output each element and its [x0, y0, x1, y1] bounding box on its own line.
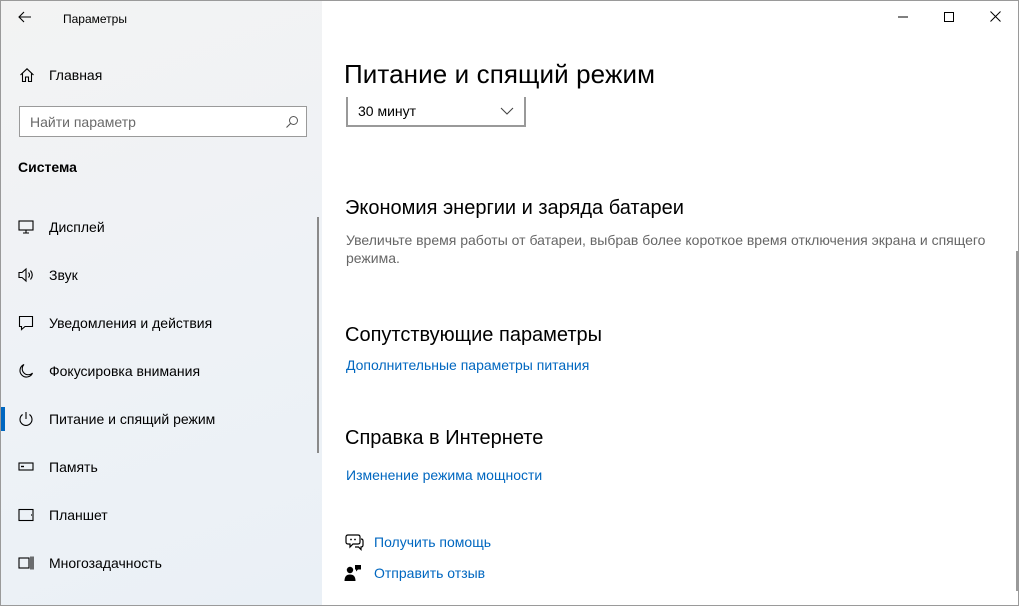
sidebar-item-label: Уведомления и действия — [49, 315, 213, 331]
section-title: Система — [18, 159, 77, 175]
sidebar-item-label: Многозадачность — [49, 555, 162, 571]
speaker-icon — [1, 267, 49, 283]
search-input[interactable] — [20, 107, 278, 136]
sidebar-item-notifications[interactable]: Уведомления и действия — [1, 299, 319, 347]
sidebar-item-label: Память — [49, 459, 98, 475]
sidebar-item-display[interactable]: Дисплей — [1, 203, 319, 251]
sidebar-item-multitasking[interactable]: Многозадачность — [1, 539, 319, 587]
chevron-down-icon — [500, 102, 514, 120]
get-help-label: Получить помощь — [374, 534, 492, 550]
related-settings-heading: Сопутствующие параметры — [345, 324, 603, 346]
send-feedback-label: Отправить отзыв — [374, 565, 486, 581]
change-power-mode-link[interactable]: Изменение режима мощности — [346, 467, 542, 483]
feedback-person-icon — [342, 564, 374, 582]
sidebar-item-focus[interactable]: Фокусировка внимания — [1, 347, 319, 395]
send-feedback-link[interactable]: Отправить отзыв — [342, 564, 485, 582]
sidebar-item-label: Звук — [49, 267, 78, 283]
sidebar-item-power[interactable]: Питание и спящий режим — [1, 395, 319, 443]
monitor-icon — [1, 220, 49, 234]
additional-power-settings-link[interactable]: Дополнительные параметры питания — [346, 357, 589, 373]
sidebar-scrollbar[interactable] — [317, 217, 319, 453]
main-content: Питание и спящий режим 30 минут Экономия… — [322, 1, 1018, 605]
get-help-link[interactable]: Получить помощь — [342, 533, 491, 551]
power-icon — [1, 411, 49, 427]
sidebar-item-tablet[interactable]: Планшет — [1, 491, 319, 539]
search-box[interactable] — [19, 106, 307, 137]
back-button[interactable] — [1, 1, 49, 37]
sidebar-item-label: Питание и спящий режим — [49, 411, 216, 427]
sidebar-item-label: Дисплей — [49, 219, 105, 235]
sleep-timeout-dropdown[interactable]: 30 минут — [346, 97, 526, 127]
back-arrow-icon — [18, 10, 32, 28]
settings-window: Параметры Главная Система Дисплей — [0, 0, 1019, 606]
sidebar-item-storage[interactable]: Память — [1, 443, 319, 491]
multitasking-icon — [1, 555, 49, 571]
home-label: Главная — [49, 67, 103, 83]
storage-icon — [1, 461, 49, 473]
home-icon — [1, 67, 49, 83]
sidebar: Параметры Главная Система Дисплей — [1, 1, 322, 605]
sidebar-item-label: Планшет — [49, 507, 108, 523]
app-title: Параметры — [63, 12, 127, 26]
notification-icon — [1, 315, 49, 331]
help-chat-icon — [342, 533, 374, 551]
home-button[interactable]: Главная — [1, 57, 322, 93]
dropdown-value: 30 минут — [358, 103, 417, 119]
sidebar-item-sound[interactable]: Звук — [1, 251, 319, 299]
search-icon[interactable] — [278, 115, 306, 129]
tablet-icon — [1, 508, 49, 522]
moon-icon — [1, 363, 49, 379]
sidebar-nav: Дисплей Звук Уведомления и действия Фоку… — [1, 203, 319, 587]
battery-description: Увеличьте время работы от батареи, выбра… — [346, 232, 986, 266]
title-bar: Параметры — [1, 1, 322, 37]
web-help-heading: Справка в Интернете — [345, 427, 544, 449]
main-scrollbar[interactable] — [1016, 251, 1018, 591]
battery-heading: Экономия энергии и заряда батареи — [345, 197, 684, 219]
sidebar-item-label: Фокусировка внимания — [49, 363, 201, 379]
page-title: Питание и спящий режим — [344, 59, 656, 89]
